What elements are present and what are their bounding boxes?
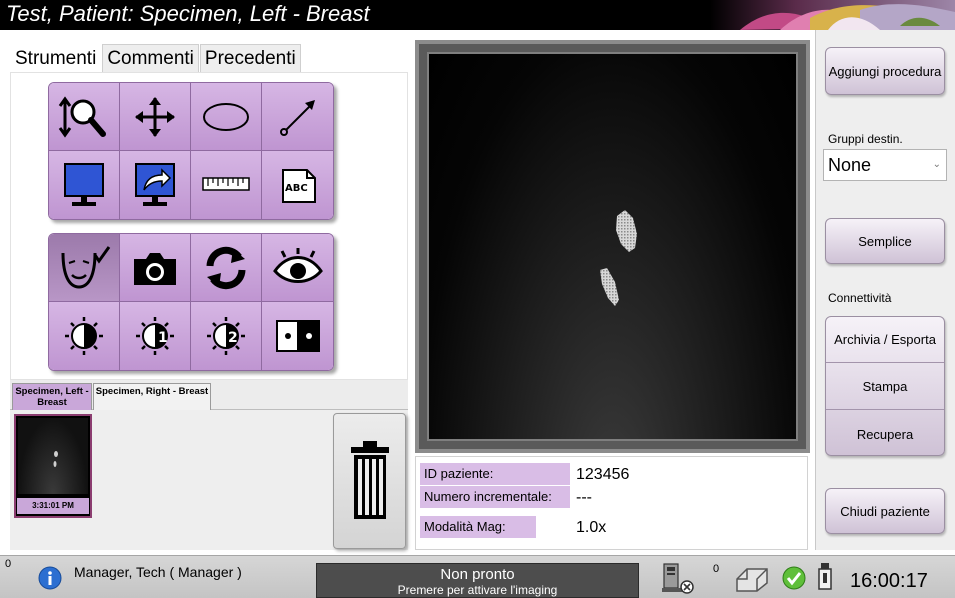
tab-commenti[interactable]: Commenti bbox=[102, 44, 199, 72]
ruler-tool-button[interactable] bbox=[191, 151, 262, 219]
info-row-mag: Modalità Mag: bbox=[420, 516, 536, 538]
contrast-icon bbox=[65, 317, 103, 355]
text-annotation-label: ABC bbox=[285, 183, 308, 194]
right-panel bbox=[815, 30, 955, 550]
compare-icon bbox=[275, 320, 320, 352]
contrast-1-label: 1 bbox=[158, 330, 168, 346]
print-button[interactable]: Stampa bbox=[826, 364, 944, 410]
text-annotation-tool-button[interactable]: ABC bbox=[262, 151, 333, 219]
image-tools-group: ABC bbox=[48, 82, 334, 220]
info-label: Modalità Mag: bbox=[420, 516, 536, 538]
compare-tool-button[interactable] bbox=[262, 302, 333, 370]
info-icon[interactable] bbox=[38, 566, 62, 590]
mag-mode-value: 1.0x bbox=[576, 519, 607, 536]
target-groups-value: None bbox=[828, 155, 872, 175]
arrow-icon bbox=[279, 99, 315, 136]
target-groups-select[interactable]: None ⌄ bbox=[823, 149, 947, 181]
info-label: Numero incrementale: bbox=[420, 486, 570, 508]
series-tab-right-breast[interactable]: Specimen, Right - Breast bbox=[93, 383, 211, 410]
ellipse-icon bbox=[203, 102, 249, 131]
close-patient-button[interactable]: Chiudi paziente bbox=[825, 488, 945, 534]
image-thumbnail[interactable]: 3:31:01 PM bbox=[14, 414, 92, 518]
incremental-number-value: --- bbox=[576, 489, 592, 506]
thumbnail-time: 3:31:01 PM bbox=[17, 498, 89, 514]
archive-export-button[interactable]: Archivia / Esporta bbox=[826, 317, 944, 363]
retrieve-button[interactable]: Recupera bbox=[826, 411, 944, 457]
tab-precedenti[interactable]: Precedenti bbox=[199, 44, 301, 72]
ruler-icon bbox=[202, 177, 250, 191]
connectivity-label: Connettività bbox=[828, 291, 892, 305]
alerts-count: 0 bbox=[5, 558, 12, 570]
usb-device-icon[interactable] bbox=[815, 561, 837, 593]
ellipse-tool-button[interactable] bbox=[191, 83, 262, 151]
info-row-patient-id: ID paziente: bbox=[420, 463, 570, 485]
camera-tool-button[interactable] bbox=[120, 234, 191, 302]
patient-info-panel: ID paziente: 123456 Numero incrementale:… bbox=[415, 456, 808, 550]
zoom-tool-button[interactable] bbox=[49, 83, 120, 151]
simple-button[interactable]: Semplice bbox=[825, 218, 945, 264]
monitor-icon bbox=[64, 163, 104, 206]
refresh-icon bbox=[206, 246, 246, 289]
current-user: Manager, Tech ( Manager ) bbox=[74, 564, 242, 580]
image-viewport[interactable] bbox=[415, 40, 810, 453]
device-disconnected-icon[interactable] bbox=[660, 562, 696, 596]
connectivity-buttons: Archivia / Esporta Stampa Recupera bbox=[825, 316, 945, 456]
print-queue-icon[interactable] bbox=[733, 565, 771, 593]
contrast-2-icon: 2 bbox=[207, 317, 245, 355]
tool-tabs: Strumenti Commenti Precedenti bbox=[10, 44, 302, 72]
display-tools-group: 1 2 bbox=[48, 233, 334, 371]
monitor-tool-button[interactable] bbox=[49, 151, 120, 219]
queue-count: 0 bbox=[713, 563, 720, 575]
title-bar: Test, Patient: Specimen, Left - Breast bbox=[0, 0, 955, 30]
target-groups-label: Gruppi destin. bbox=[828, 132, 903, 146]
tab-strumenti[interactable]: Strumenti bbox=[10, 44, 102, 72]
contrast-1-icon: 1 bbox=[136, 317, 174, 355]
send-to-monitor-tool-button[interactable] bbox=[120, 151, 191, 219]
series-tab-left-breast[interactable]: Specimen, Left - Breast bbox=[12, 383, 92, 410]
contrast-2-tool-button[interactable]: 2 bbox=[191, 302, 262, 370]
refresh-tool-button[interactable] bbox=[191, 234, 262, 302]
ready-hint: Premere per attivare l'imaging bbox=[397, 583, 558, 597]
face-check-icon bbox=[61, 245, 111, 289]
contrast-tool-button[interactable] bbox=[49, 302, 120, 370]
zoom-icon bbox=[58, 95, 106, 138]
delete-button[interactable] bbox=[333, 413, 406, 549]
trash-icon bbox=[350, 441, 389, 519]
pan-tool-button[interactable] bbox=[120, 83, 191, 151]
eye-tool-button[interactable] bbox=[262, 234, 333, 302]
window-title: Test, Patient: Specimen, Left - Breast bbox=[6, 1, 370, 26]
add-procedure-button[interactable]: Aggiungi procedura bbox=[825, 47, 945, 95]
contrast-2-label: 2 bbox=[228, 330, 238, 346]
flower-banner-image bbox=[710, 0, 955, 30]
ready-status: Non pronto bbox=[440, 566, 515, 583]
pan-icon bbox=[135, 96, 175, 137]
chevron-down-icon: ⌄ bbox=[932, 159, 941, 170]
send-to-monitor-icon bbox=[135, 163, 175, 206]
imaging-ready-button[interactable]: Non pronto Premere per attivare l'imagin… bbox=[316, 563, 639, 598]
thumbnail-image bbox=[18, 418, 88, 494]
info-row-incremental: Numero incrementale: bbox=[420, 486, 570, 508]
specimen-image bbox=[427, 52, 798, 441]
face-check-tool-button[interactable] bbox=[49, 234, 120, 302]
system-ok-icon[interactable] bbox=[782, 566, 806, 590]
arrow-tool-button[interactable] bbox=[262, 83, 333, 151]
clock: 16:00:17 bbox=[850, 570, 928, 592]
camera-icon bbox=[134, 252, 176, 285]
info-label: ID paziente: bbox=[420, 463, 570, 485]
contrast-1-tool-button[interactable]: 1 bbox=[120, 302, 191, 370]
eye-icon bbox=[272, 247, 323, 283]
text-annotation-icon: ABC bbox=[281, 169, 316, 203]
patient-id-value: 123456 bbox=[576, 466, 630, 483]
